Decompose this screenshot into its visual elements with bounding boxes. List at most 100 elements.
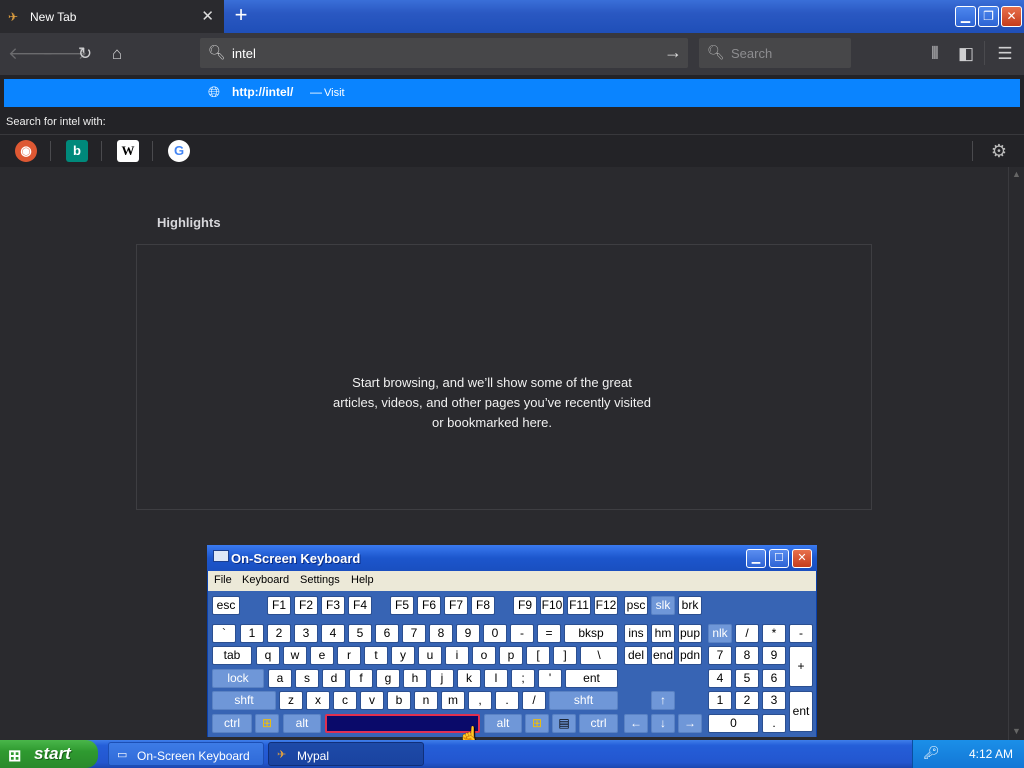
wikipedia-icon[interactable]: W [117,140,139,162]
key-left-windows-icon[interactable]: ⊞ [255,714,279,733]
key-left-shift[interactable]: shft [212,691,276,710]
key-c[interactable]: c [333,691,357,710]
key-h[interactable]: h [403,669,427,688]
key-enter[interactable]: ent [565,669,618,688]
suggestion-visit-row[interactable]: 🌐︎ http://intel/ — Visit [4,79,1020,107]
key-pdn[interactable]: pdn [678,646,702,665]
key-2[interactable]: 2 [267,624,291,643]
start-button[interactable]: ⊞ start [0,740,98,768]
key-l[interactable]: l [484,669,508,688]
key-numpad-enter[interactable]: ent [789,691,813,732]
sidebar-icon[interactable]: ◧ [955,43,977,65]
forward-icon[interactable]: 🡒 [42,43,88,65]
key-right-windows-icon[interactable]: ⊞ [525,714,549,733]
google-icon[interactable]: G [168,140,190,162]
key-brk[interactable]: brk [678,596,702,615]
key-bksp[interactable]: bksp [564,624,618,643]
key-8[interactable]: 8 [429,624,453,643]
key-end[interactable]: end [651,646,675,665]
close-button[interactable]: ✕ [1001,6,1022,27]
address-bar[interactable]: 🔍︎ intel → [200,38,688,68]
key-o[interactable]: o [472,646,496,665]
key-e[interactable]: e [310,646,334,665]
key-k[interactable]: k [457,669,481,688]
key-b[interactable]: b [387,691,411,710]
key-backtick[interactable]: ` [212,624,236,643]
key-left-alt[interactable]: alt [283,714,321,733]
key-f5[interactable]: F5 [390,596,414,615]
key-f7[interactable]: F7 [444,596,468,615]
tab-new-tab[interactable]: ✈ New Tab ✕ [0,0,224,33]
key-quote[interactable]: ' [538,669,562,688]
key-numpad-multiply[interactable]: * [762,624,786,643]
key-left-arrow[interactable]: ← [624,714,648,733]
key-minus[interactable]: - [510,624,534,643]
key-a[interactable]: a [268,669,292,688]
restore-button[interactable]: ❐ [978,6,999,27]
key-z[interactable]: z [279,691,303,710]
key-del[interactable]: del [624,646,648,665]
bing-icon[interactable]: b [66,140,88,162]
key-semicolon[interactable]: ; [511,669,535,688]
key-y[interactable]: y [391,646,415,665]
duckduckgo-icon[interactable]: ◉ [15,140,37,162]
key-u[interactable]: u [418,646,442,665]
menu-icon[interactable]: ☰ [994,43,1016,65]
key-f10[interactable]: F10 [540,596,564,615]
key-hm[interactable]: hm [651,624,675,643]
key-pup[interactable]: pup [678,624,702,643]
key-i[interactable]: i [445,646,469,665]
key-numpad-7[interactable]: 7 [708,646,732,665]
key-p[interactable]: p [499,646,523,665]
key-f2[interactable]: F2 [294,596,318,615]
key-right-shift[interactable]: shft [549,691,618,710]
scroll-up-icon[interactable]: ▲ [1012,169,1021,179]
search-settings-gear-icon[interactable]: ⚙ [988,140,1010,162]
reload-icon[interactable]: ↻ [74,43,96,65]
search-box[interactable]: 🔍︎ Search [699,38,851,68]
go-arrow-icon[interactable]: → [664,42,682,63]
key-t[interactable]: t [364,646,388,665]
key-9[interactable]: 9 [456,624,480,643]
osk-minimize-button[interactable]: ▁ [746,549,766,568]
key-numpad-4[interactable]: 4 [708,669,732,688]
tab-close-icon[interactable]: ✕ [201,7,214,25]
back-icon[interactable]: 🡐 [8,43,54,65]
key-f8[interactable]: F8 [471,596,495,615]
key-s[interactable]: s [295,669,319,688]
key-numpad-divide[interactable]: / [735,624,759,643]
key-numpad-subtract[interactable]: - [789,624,813,643]
key-slash[interactable]: / [522,691,546,710]
key-numpad-8[interactable]: 8 [735,646,759,665]
key-equals[interactable]: = [537,624,561,643]
osk-title-bar[interactable]: On-Screen Keyboard [207,545,817,571]
key-lock[interactable]: lock [212,669,264,688]
key-right-arrow[interactable]: → [678,714,702,733]
key-f[interactable]: f [349,669,373,688]
menu-settings[interactable]: Settings [300,574,340,586]
key-menu-icon[interactable]: ▤ [552,714,576,733]
key-psc[interactable]: psc [624,596,648,615]
key-right-bracket[interactable]: ] [553,646,577,665]
minimize-button[interactable]: ▁ [955,6,976,27]
osk-maximize-button[interactable]: ☐ [769,549,789,568]
library-icon[interactable]: ⫴ [924,43,946,65]
key-f11[interactable]: F11 [567,596,591,615]
key-left-ctrl[interactable]: ctrl [212,714,252,733]
key-r[interactable]: r [337,646,361,665]
key-right-alt[interactable]: alt [484,714,522,733]
key-g[interactable]: g [376,669,400,688]
key-n[interactable]: n [414,691,438,710]
key-q[interactable]: q [256,646,280,665]
key-backslash[interactable]: \ [580,646,618,665]
key-numpad-dot[interactable]: . [762,714,786,733]
key-f4[interactable]: F4 [348,596,372,615]
key-comma[interactable]: , [468,691,492,710]
page-scrollbar[interactable]: ▲ ▼ [1008,167,1024,740]
key-5[interactable]: 5 [348,624,372,643]
key-right-ctrl[interactable]: ctrl [579,714,618,733]
key-numpad-9[interactable]: 9 [762,646,786,665]
key-ins[interactable]: ins [624,624,648,643]
key-7[interactable]: 7 [402,624,426,643]
menu-help[interactable]: Help [351,574,374,586]
